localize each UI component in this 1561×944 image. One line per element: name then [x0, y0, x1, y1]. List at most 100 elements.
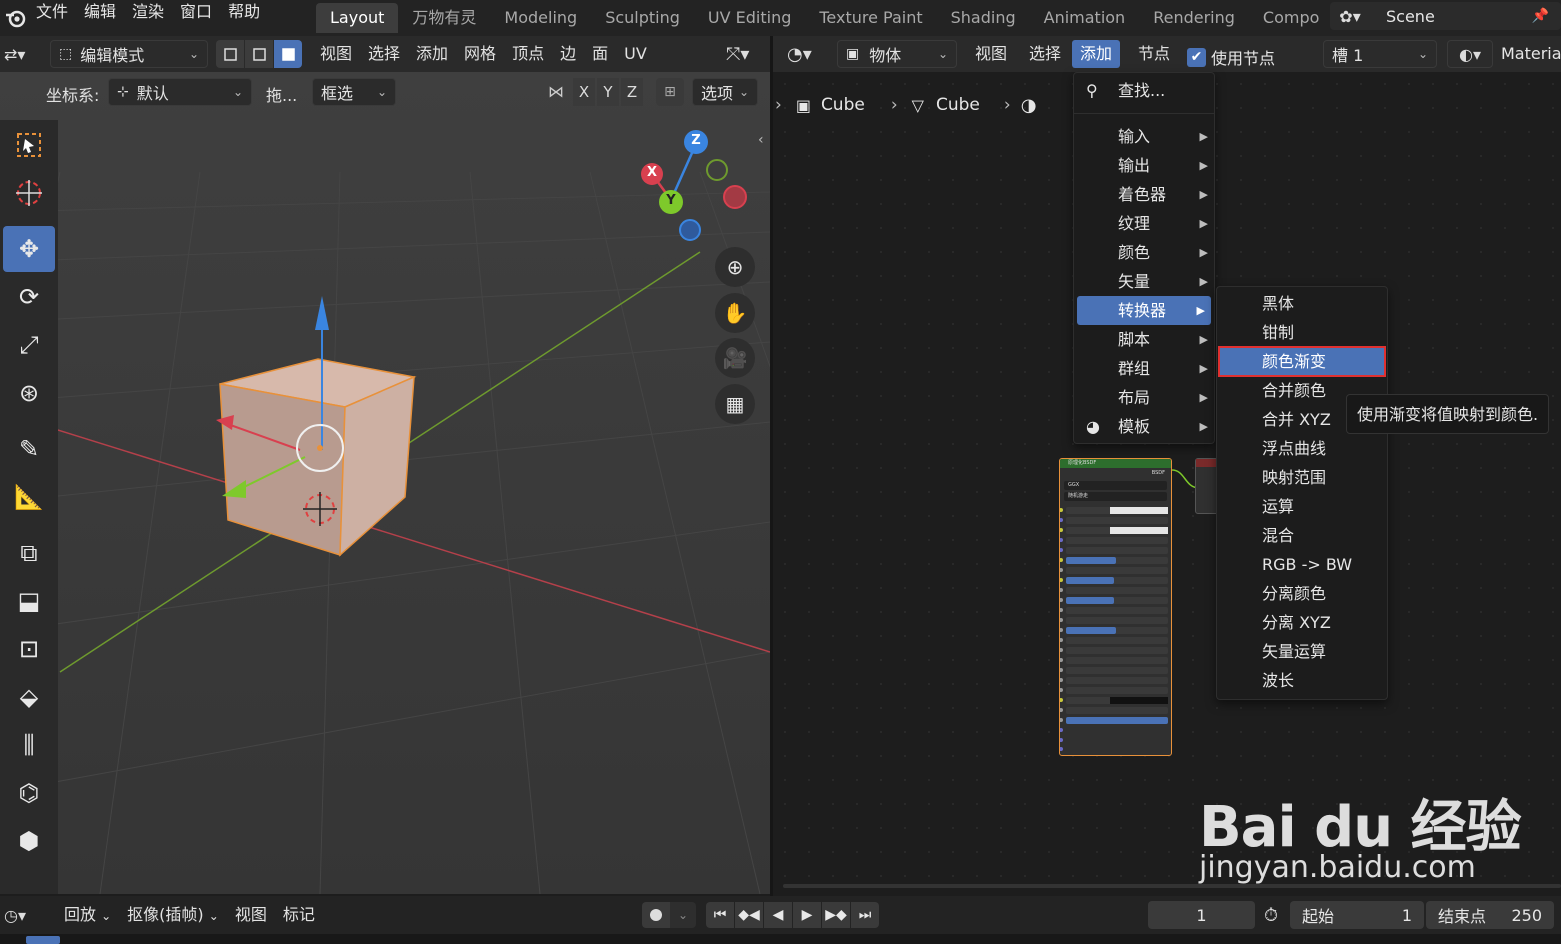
select-box-dropdown[interactable]: 框选 ⌄: [312, 78, 396, 106]
shader-type-dropdown[interactable]: ▣ 物体 ⌄: [837, 40, 957, 68]
start-frame-field[interactable]: 起始 1: [1290, 901, 1424, 929]
extrude-tool-icon[interactable]: ⬓: [3, 578, 55, 624]
tab-layout[interactable]: Layout: [316, 3, 399, 33]
converter-item-color-ramp[interactable]: 颜色渐变: [1218, 346, 1386, 377]
slot-dropdown[interactable]: 槽 1 ⌄: [1323, 40, 1437, 68]
scene-icon[interactable]: ✿▾: [1330, 7, 1370, 26]
select-box-tool-icon[interactable]: [3, 122, 55, 168]
vertex-select-icon[interactable]: [216, 40, 244, 68]
node-distribution[interactable]: GGX: [1064, 481, 1167, 490]
annotate-tool-icon[interactable]: ✎: [3, 426, 55, 472]
add-menu-item-output[interactable]: 输出 ▶: [1074, 151, 1214, 180]
menu-edit[interactable]: 编辑: [76, 0, 124, 33]
orientation-dropdown[interactable]: ⊹ 默认 ⌄: [108, 78, 252, 106]
menu-file[interactable]: 文件: [28, 0, 76, 33]
converter-item-vector-math[interactable]: 矢量运算: [1217, 637, 1387, 666]
timeline-menu-view[interactable]: 视图: [227, 901, 275, 929]
play-icon[interactable]: ▶: [793, 902, 821, 928]
tab-texture-paint[interactable]: Texture Paint: [805, 3, 936, 33]
editor-type-icon[interactable]: ⇄▾: [4, 40, 42, 68]
node-editor-type-icon[interactable]: ◔▾: [787, 40, 827, 68]
node-menu-select[interactable]: 选择: [1021, 40, 1069, 68]
add-menu-item-input[interactable]: 输入 ▶: [1074, 122, 1214, 151]
add-menu-item-shader[interactable]: 着色器 ▶: [1074, 180, 1214, 209]
converter-item-blackbody[interactable]: 黑体: [1217, 289, 1387, 318]
use-nodes-toggle[interactable]: ✔ 使用节点: [1187, 45, 1275, 69]
current-frame-field[interactable]: 1: [1148, 901, 1255, 929]
material-browse-icon[interactable]: ◐▾: [1447, 40, 1493, 68]
converter-item-separate-xyz[interactable]: 分离 XYZ: [1217, 608, 1387, 637]
drag-label[interactable]: 拖...: [266, 82, 297, 106]
add-menu-item-vector[interactable]: 矢量 ▶: [1074, 267, 1214, 296]
pin-icon[interactable]: 📌: [1532, 8, 1549, 24]
face-select-icon[interactable]: [274, 40, 302, 68]
converter-item-math[interactable]: 运算: [1217, 492, 1387, 521]
knife-tool-icon[interactable]: ⌬: [3, 770, 55, 816]
tab-animation[interactable]: Animation: [1030, 3, 1140, 33]
move-tool-icon[interactable]: ✥: [3, 226, 55, 272]
timeline-menu-playback[interactable]: 回放 ⌄: [56, 901, 119, 929]
mirror-icon[interactable]: ⋈: [548, 82, 564, 101]
zoom-icon[interactable]: ⊕: [715, 247, 755, 287]
mirror-y-toggle[interactable]: Y: [597, 78, 619, 106]
tab-shading[interactable]: Shading: [937, 3, 1030, 33]
converter-item-float-curve[interactable]: 浮点曲线: [1217, 434, 1387, 463]
pan-hand-icon[interactable]: ✋: [715, 293, 755, 333]
converter-item-wavelength[interactable]: 波长: [1217, 666, 1387, 695]
menu-add[interactable]: 添加: [408, 40, 456, 68]
menu-select[interactable]: 选择: [360, 40, 408, 68]
mirror-x-toggle[interactable]: X: [573, 78, 595, 106]
add-menu-search[interactable]: ⚲ 查找...: [1074, 76, 1214, 105]
add-menu-item-group[interactable]: 群组 ▶: [1074, 354, 1214, 383]
clock-icon[interactable]: ⏱: [1264, 905, 1278, 926]
converter-item-clamp[interactable]: 钳制: [1217, 318, 1387, 347]
prev-keyframe-icon[interactable]: ◆◀: [735, 902, 763, 928]
tab-rendering[interactable]: Rendering: [1139, 3, 1249, 33]
node-menu-view[interactable]: 视图: [967, 40, 1015, 68]
converter-item-mix[interactable]: 混合: [1217, 521, 1387, 550]
node-menu-node[interactable]: 节点: [1130, 40, 1178, 68]
bevel-tool-icon[interactable]: ⬙: [3, 674, 55, 720]
menu-view[interactable]: 视图: [312, 40, 360, 68]
scale-tool-icon[interactable]: ⤢: [3, 322, 55, 368]
add-menu-item-layout[interactable]: 布局 ▶: [1074, 383, 1214, 412]
transform-pivot-icon[interactable]: ⤧▾: [726, 40, 749, 68]
play-reverse-icon[interactable]: ◀: [764, 902, 792, 928]
material-name[interactable]: Materia: [1501, 44, 1561, 63]
end-frame-field[interactable]: 结束点 250: [1426, 901, 1554, 929]
tab-compositing[interactable]: Compo: [1249, 3, 1334, 33]
3d-viewport[interactable]: Z X Y ⊕ ✋ 🎥 ▦ ‹: [0, 72, 770, 894]
measure-tool-icon[interactable]: 📐: [3, 474, 55, 520]
scene-name[interactable]: Scene: [1386, 7, 1435, 26]
jump-end-icon[interactable]: ⏭: [851, 902, 879, 928]
tab-wanwuyouling[interactable]: 万物有灵: [398, 3, 490, 33]
mirror-z-toggle[interactable]: Z: [621, 78, 643, 106]
record-icon[interactable]: [642, 902, 670, 928]
tab-uv-editing[interactable]: UV Editing: [694, 3, 805, 33]
converter-item-separate-color[interactable]: 分离颜色: [1217, 579, 1387, 608]
add-menu-item-converter[interactable]: 转换器 ▶: [1077, 296, 1211, 325]
poly-build-tool-icon[interactable]: ⬢: [3, 818, 55, 864]
node-menu-add[interactable]: 添加: [1072, 40, 1121, 68]
converter-item-map-range[interactable]: 映射范围: [1217, 463, 1387, 492]
timeline-menu-marker[interactable]: 标记: [275, 901, 323, 929]
node-editor[interactable]: › ▣ Cube › ▽ Cube › ◑ 原理化BSDF BSDF GGX 随…: [773, 72, 1561, 894]
mode-dropdown[interactable]: ⬚ 编辑模式 ⌄: [50, 40, 208, 68]
menu-uv[interactable]: UV: [616, 40, 655, 68]
tab-modeling[interactable]: Modeling: [490, 3, 591, 33]
tab-sculpting[interactable]: Sculpting: [591, 3, 694, 33]
rotate-tool-icon[interactable]: ⟳: [3, 274, 55, 320]
edge-select-icon[interactable]: [245, 40, 273, 68]
add-menu-item-texture[interactable]: 纹理 ▶: [1074, 209, 1214, 238]
principled-bsdf-node[interactable]: 原理化BSDF BSDF GGX 随机游走: [1059, 458, 1172, 756]
options-dropdown[interactable]: 选项 ⌄: [692, 78, 758, 106]
collapse-sidebar-icon[interactable]: ‹: [758, 132, 764, 148]
chevron-down-icon[interactable]: ⌄: [670, 902, 696, 928]
snap-icon[interactable]: ⊞: [656, 78, 684, 106]
timeline-editor-type-icon[interactable]: ◷▾: [4, 901, 42, 929]
add-menu-item-script[interactable]: 脚本 ▶: [1074, 325, 1214, 354]
add-menu-item-template[interactable]: ◕ 模板 ▶: [1074, 412, 1214, 441]
transform-tool-icon[interactable]: ⊛: [3, 370, 55, 416]
menu-render[interactable]: 渲染: [124, 0, 172, 33]
jump-start-icon[interactable]: ⏮: [706, 902, 734, 928]
